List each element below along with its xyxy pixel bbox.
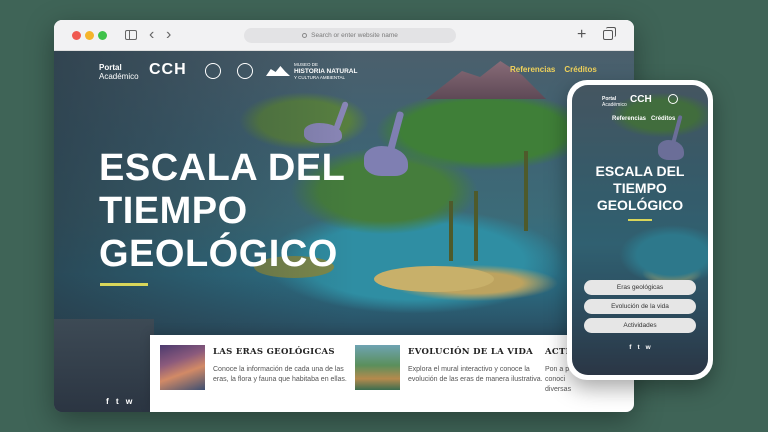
mural-tree — [449, 201, 453, 261]
card-text: Explora el mural interactivo y conoce la… — [408, 366, 543, 383]
mural-island — [374, 266, 494, 292]
mountain-logo-icon — [266, 66, 290, 76]
card-eras-geologicas[interactable]: LAS ERAS GEOLÓGICAS Conoce la informació… — [160, 345, 350, 403]
sidebar-toggle-icon[interactable] — [125, 30, 137, 40]
museum-seal-icon[interactable] — [237, 63, 253, 79]
card-title: LAS ERAS GEOLÓGICAS — [213, 347, 335, 357]
whatsapp-icon[interactable]: w — [646, 344, 651, 351]
museo-sub-text: Y CULTURA AMBIENTAL — [294, 74, 346, 80]
eras-geologicas-button[interactable]: Eras geológicas — [584, 280, 696, 295]
browser-window: ‹ › Search or enter website name + Porta… — [54, 20, 634, 412]
search-icon — [302, 33, 308, 38]
museo-logo-text: MUSEO DE HISTORIA NATURAL Y CULTURA AMBI… — [294, 62, 357, 80]
portal-academico-logo[interactable]: Portal Académico — [99, 63, 139, 81]
nav-link-creditos[interactable]: Créditos — [651, 116, 675, 122]
logo-academico-text: Académico — [99, 72, 139, 81]
browser-toolbar: ‹ › Search or enter website name + — [54, 20, 634, 51]
hero-title-line: TIEMPO — [99, 190, 248, 232]
phone-hero-title: ESCALA DEL TIEMPO GEOLÓGICO — [572, 163, 708, 214]
nav-link-creditos[interactable]: Créditos — [564, 65, 596, 74]
card-title: EVOLUCIÓN DE LA VIDA — [408, 347, 534, 357]
evolucion-vida-button[interactable]: Evolución de la vida — [584, 299, 696, 314]
mural-tree — [524, 151, 528, 231]
address-bar-placeholder: Search or enter website name — [311, 32, 398, 39]
unam-seal-icon[interactable] — [668, 94, 678, 104]
hero-title-line: ESCALA DEL — [99, 147, 346, 189]
site-header: Portal Académico CCH MUSEO DE HISTORIA N… — [54, 51, 634, 95]
hero-title-line: ESCALA DEL — [595, 163, 685, 179]
actividades-button[interactable]: Actividades — [584, 318, 696, 333]
back-arrow-icon[interactable]: ‹ — [149, 25, 154, 45]
cch-logo[interactable]: CCH — [630, 94, 652, 105]
hero-title-line: GEOLÓGICO — [99, 233, 338, 275]
whatsapp-icon[interactable]: w — [126, 396, 133, 406]
close-window-button[interactable] — [72, 31, 81, 40]
phone-nav-links: Referencias Créditos — [612, 116, 675, 122]
phone-screen: Portal Académico CCH Referencias Crédito… — [572, 85, 708, 375]
portal-academico-logo[interactable]: Portal Académico — [602, 96, 627, 108]
twitter-icon[interactable]: t — [116, 396, 119, 406]
tab-overview-icon[interactable] — [603, 27, 616, 40]
museo-historia-natural-logo[interactable]: MUSEO DE HISTORIA NATURAL Y CULTURA AMBI… — [266, 62, 357, 80]
mural-tree — [474, 191, 478, 261]
card-thumbnail — [160, 345, 205, 390]
address-bar[interactable]: Search or enter website name — [244, 28, 456, 43]
hero-title-line: TIEMPO — [613, 180, 667, 196]
hero-title: ESCALA DEL TIEMPO GEOLÓGICO — [99, 147, 369, 276]
nav-link-referencias[interactable]: Referencias — [510, 65, 555, 74]
card-text: Conoce la información de cada una de las… — [213, 366, 347, 383]
card-thumbnail — [355, 345, 400, 390]
mural-dinosaur — [364, 146, 408, 176]
logo-academico-text: Académico — [602, 102, 627, 108]
museo-small-text: MUSEO DE — [294, 62, 319, 67]
nav-link-referencias[interactable]: Referencias — [612, 116, 646, 122]
logo-portal-text: Portal — [99, 63, 122, 72]
maximize-window-button[interactable] — [98, 31, 107, 40]
museo-main-text: HISTORIA NATURAL — [294, 67, 358, 75]
card-text-line: diversas — [545, 386, 572, 393]
facebook-icon[interactable]: f — [629, 344, 631, 351]
title-underline — [628, 219, 652, 221]
facebook-icon[interactable]: f — [106, 396, 109, 406]
social-links: f t w — [572, 344, 708, 351]
cch-logo[interactable]: CCH — [149, 61, 187, 79]
minimize-window-button[interactable] — [85, 31, 94, 40]
mural-seafloor — [54, 319, 154, 412]
twitter-icon[interactable]: t — [637, 344, 639, 351]
website-page: Portal Académico CCH MUSEO DE HISTORIA N… — [54, 51, 634, 412]
card-evolucion-vida[interactable]: EVOLUCIÓN DE LA VIDA Explora el mural in… — [355, 345, 545, 403]
forward-arrow-icon[interactable]: › — [166, 25, 171, 45]
hero-title-line: GEOLÓGICO — [596, 197, 684, 213]
section-cards: LAS ERAS GEOLÓGICAS Conoce la informació… — [150, 335, 634, 412]
title-underline — [100, 283, 148, 286]
phone-mockup: Portal Académico CCH Referencias Crédito… — [567, 80, 713, 380]
new-tab-icon[interactable]: + — [577, 25, 586, 45]
social-links: f t w — [106, 396, 132, 406]
unam-seal-icon[interactable] — [205, 63, 221, 79]
site-nav-links: Referencias Créditos — [510, 65, 597, 74]
